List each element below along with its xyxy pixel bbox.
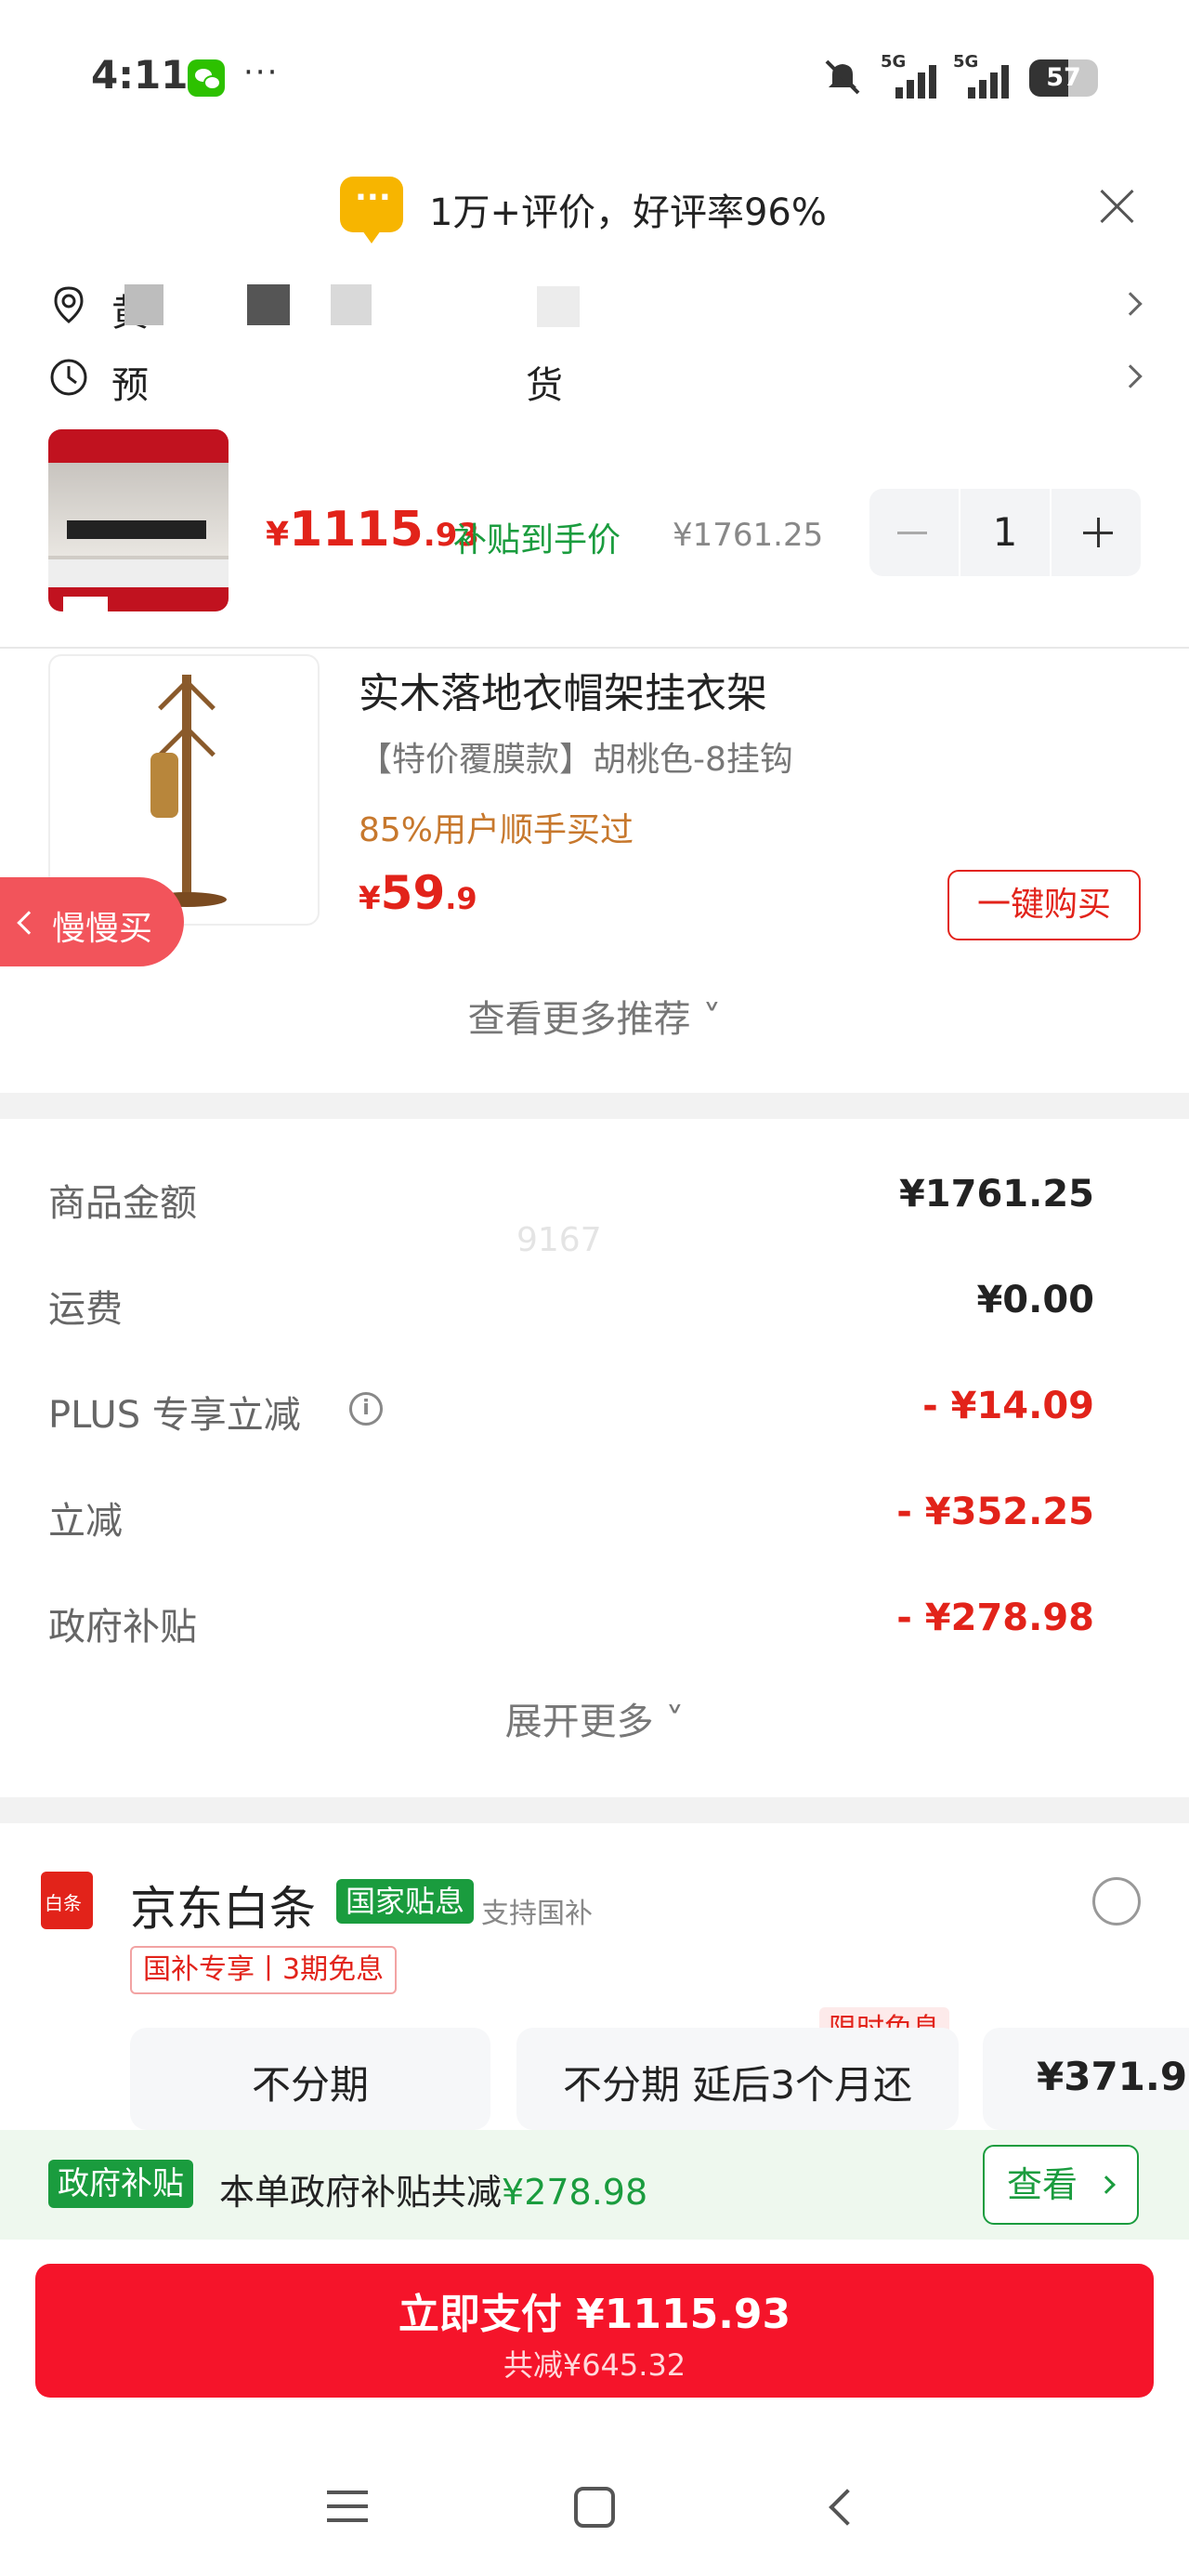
delivery-start: 预 [111, 364, 149, 407]
delivery-row[interactable]: 预 货 [0, 346, 1189, 411]
recommended-item-buyers: 85%用户顺手买过 [359, 811, 634, 849]
view-button[interactable]: 查看 [983, 2145, 1139, 2225]
gov-interest-tag: 国家贴息 [336, 1879, 475, 1924]
watermark: 9167 [516, 1221, 602, 1259]
divider [0, 647, 1189, 649]
plan-option-no-installment[interactable]: 不分期 [130, 2028, 490, 2130]
subsidy-price-label: 补贴到手价 [453, 521, 621, 559]
more-recommendations-link[interactable]: 查看更多推荐 ˅ [0, 989, 1189, 1043]
amount-row-plus-discount: PLUS 专享立减 i - ¥14.09 [48, 1385, 1094, 1437]
minus-icon[interactable] [869, 489, 955, 576]
chevron-left-icon [17, 911, 41, 935]
message-icon [340, 171, 403, 243]
recommended-item-title: 实木落地衣帽架挂衣架 [359, 670, 767, 717]
recommended-item-price: ¥59.9 [359, 866, 477, 920]
product-price: ¥1115.93 [266, 502, 480, 558]
slow-buy-button[interactable]: 慢慢买 [0, 877, 184, 966]
jd-baitiao-logo [41, 1872, 93, 1929]
quantity-stepper[interactable]: 1 [869, 489, 1141, 576]
address-row[interactable]: 黄 [0, 273, 1189, 338]
section-divider [0, 1797, 1189, 1823]
battery-icon: 57 [1029, 59, 1098, 97]
payment-method-title: 京东白条 [130, 1882, 316, 1936]
review-text: 1万+评价，好评率96% [429, 191, 827, 234]
chevron-right-icon [1097, 2175, 1116, 2194]
gov-subsidy-banner: 政府补贴 本单政府补贴共减¥278.98 查看 [0, 2130, 1189, 2240]
signal-icon-2: 5G [953, 52, 1014, 99]
amount-row-shipping: 运费 ¥0.00 [48, 1279, 1094, 1331]
menu-icon[interactable] [327, 2491, 368, 2524]
location-pin-icon [54, 286, 84, 323]
gov-subsidy-tag: 政府补贴 [48, 2160, 193, 2208]
status-bar: 4:11 ··· 5G 5G 57 [0, 0, 1189, 149]
clock: 4:11 [91, 52, 189, 98]
support-subsidy-text: 支持国补 [481, 1898, 593, 1930]
delivery-end: 货 [526, 364, 563, 407]
original-price: ¥1761.25 [673, 517, 824, 554]
expand-more-link[interactable]: 展开更多 ˅ [0, 1691, 1189, 1745]
mute-icon [825, 59, 860, 95]
more-notifications-icon: ··· [243, 54, 280, 91]
clock-icon [50, 359, 87, 396]
gov-subsidy-text: 本单政府补贴共减¥278.98 [219, 2172, 648, 2213]
amount-row-discount: 立减 - ¥352.25 [48, 1491, 1094, 1543]
payment-radio[interactable] [1092, 1877, 1141, 1925]
promo-tag: 国补专享丨3期免息 [130, 1946, 398, 1994]
close-icon[interactable] [1096, 186, 1137, 227]
amount-row-goods: 商品金额 ¥1761.25 [48, 1173, 1094, 1225]
section-divider [0, 1093, 1189, 1119]
info-icon[interactable]: i [349, 1392, 383, 1426]
signal-icon: 5G [881, 52, 942, 99]
pay-now-button[interactable]: 立即支付 ¥1115.93 共减¥645.32 [35, 2264, 1154, 2398]
one-click-buy-button[interactable]: 一键购买 [947, 870, 1141, 940]
recommended-item-spec: 【特价覆膜款】胡桃色-8挂钩 [359, 741, 793, 779]
plus-icon[interactable] [1055, 489, 1141, 576]
chevron-right-icon [1118, 364, 1143, 388]
plan-option-defer-3-months[interactable]: 不分期 延后3个月还 [516, 2028, 959, 2130]
amount-row-gov-subsidy: 政府补贴 - ¥278.98 [48, 1597, 1094, 1649]
product-row: ¥1115.93 补贴到手价 ¥1761.25 1 [0, 424, 1189, 623]
plan-option-installment[interactable]: ¥371.99 [983, 2028, 1189, 2130]
review-summary: 1万+评价，好评率96% [0, 171, 1189, 247]
quantity-value[interactable]: 1 [959, 489, 1052, 576]
home-icon[interactable] [574, 2487, 615, 2528]
wechat-icon [188, 59, 225, 97]
back-icon[interactable] [829, 2489, 866, 2526]
chevron-right-icon [1118, 292, 1143, 316]
product-image[interactable] [48, 429, 229, 611]
